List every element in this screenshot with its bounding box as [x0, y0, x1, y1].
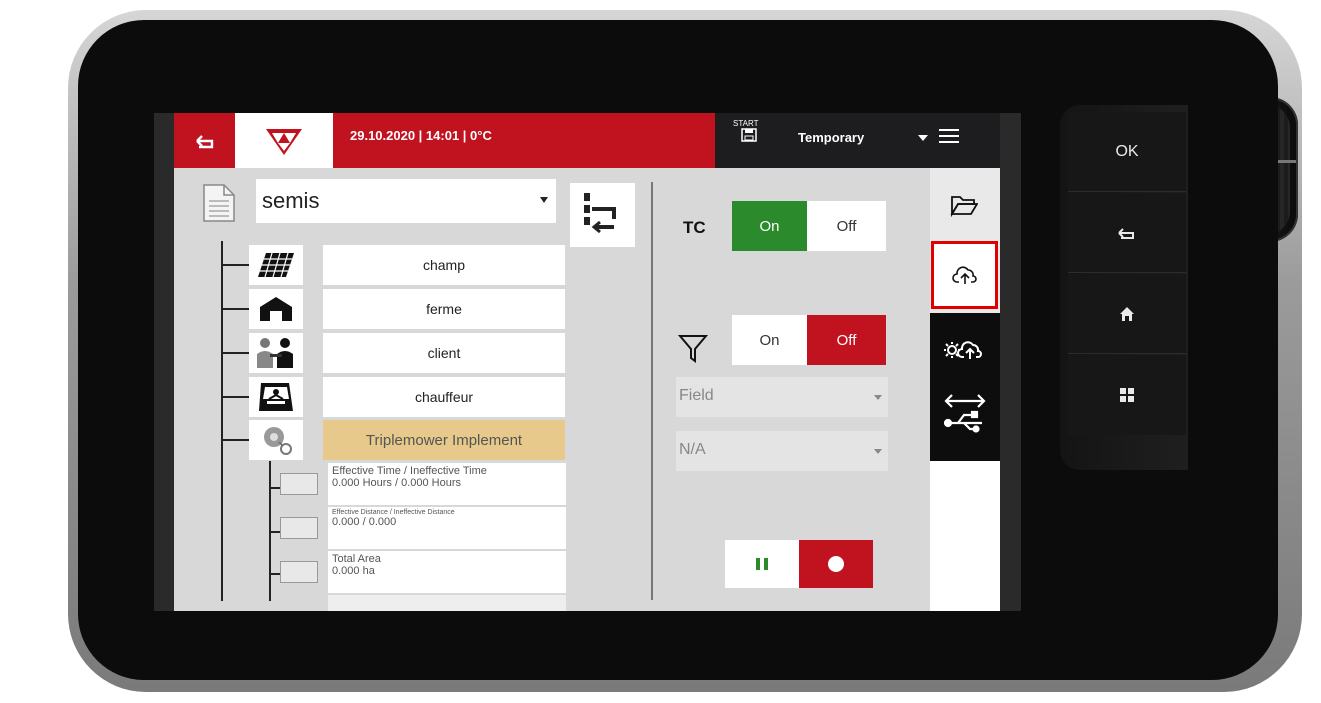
metric-effective-time: Effective Time / Ineffective Time 0.000 … [280, 463, 566, 505]
record-button[interactable] [799, 540, 873, 588]
header-bar: 29.10.2020 | 14:01 | 0°C START Temporary [174, 113, 1000, 168]
metric-title: Effective Time / Ineffective Time [332, 465, 487, 477]
tc-off-button[interactable]: Off [807, 201, 886, 251]
tree-toggle-button[interactable] [570, 183, 635, 247]
tree-branch-line [221, 439, 249, 441]
filter-on-button[interactable]: On [732, 315, 807, 365]
save-icon [741, 128, 757, 142]
ok-button[interactable]: OK [1068, 112, 1186, 192]
triple-triangle-logo-icon [266, 128, 302, 155]
tree-node-client[interactable]: client [323, 333, 565, 373]
counter-icon [280, 517, 318, 539]
metric-title: Total Area [332, 553, 381, 565]
tree-node-champ[interactable]: champ [323, 245, 565, 285]
na-dropdown[interactable]: N/A [676, 431, 888, 471]
metric-value: 0.000 ha [332, 565, 375, 577]
metric-effective-distance: Effective Distance / Ineffective Distanc… [280, 507, 566, 549]
hw-apps-button[interactable] [1068, 355, 1186, 435]
metric-title: Effective Distance / Ineffective Distanc… [332, 509, 455, 516]
grid-icon [1120, 388, 1134, 402]
implement-icon [249, 420, 303, 460]
task-select-value: semis [262, 188, 320, 213]
driver-icon [249, 377, 303, 417]
metric-value: 0.000 / 0.000 [332, 516, 397, 528]
ok-label: OK [1115, 142, 1139, 160]
tree-branch-line [221, 308, 249, 310]
hamburger-menu-icon[interactable] [939, 127, 963, 151]
start-button[interactable]: START [727, 119, 771, 163]
header-datetime-temp: 29.10.2020 | 14:01 | 0°C [333, 113, 715, 168]
stage: OK 29.10.2020 | 14:01 | 0°C START Tempor… [0, 0, 1321, 703]
tc-on-button[interactable]: On [732, 201, 807, 251]
task-select[interactable]: semis [256, 179, 556, 223]
tree-node-ferme[interactable]: ferme [323, 289, 565, 329]
home-icon [1120, 306, 1134, 321]
na-dropdown-value: N/A [679, 441, 706, 458]
document-icon [202, 183, 236, 223]
counter-icon [280, 473, 318, 495]
tree-branch-line [221, 352, 249, 354]
metric-partial-row [328, 595, 566, 611]
counter-icon [280, 561, 318, 583]
hw-back-button[interactable] [1068, 193, 1186, 273]
field-dropdown-value: Field [679, 387, 714, 404]
tc-label: TC [683, 218, 706, 237]
panel-divider [651, 182, 653, 600]
cloud-upload-button[interactable] [931, 241, 998, 309]
record-icon [828, 556, 844, 572]
field-icon [249, 245, 303, 285]
farm-icon [249, 289, 303, 329]
start-label: START [733, 119, 759, 128]
usb-transfer-icon[interactable] [942, 391, 988, 437]
brand-logo [235, 113, 333, 168]
folder-icon[interactable] [950, 193, 979, 218]
cloud-settings-icon[interactable] [942, 335, 988, 365]
tree-branch-line [221, 264, 249, 266]
tree-trunk-line [221, 241, 223, 601]
chevron-down-icon [874, 395, 882, 400]
hw-home-button[interactable] [1068, 274, 1186, 354]
tree-node-implement[interactable]: Triplemower Implement [323, 420, 565, 460]
tree-branch-line [221, 396, 249, 398]
tree-structure-icon [584, 193, 616, 234]
sidebar-blank-area [930, 461, 1000, 611]
filter-off-button[interactable]: Off [807, 315, 886, 365]
client-icon [249, 333, 303, 373]
chevron-down-icon[interactable] [918, 135, 928, 141]
filter-icon [677, 333, 709, 363]
metric-value: 0.000 Hours / 0.000 Hours [332, 477, 462, 489]
pause-icon [756, 558, 768, 570]
field-dropdown[interactable]: Field [676, 377, 888, 417]
header-back-button[interactable] [174, 113, 235, 168]
tree-node-chauffeur[interactable]: chauffeur [323, 377, 565, 417]
pause-button[interactable] [725, 540, 799, 588]
screen: 29.10.2020 | 14:01 | 0°C START Temporary… [154, 113, 1021, 611]
back-icon [1118, 227, 1134, 239]
back-icon [195, 134, 213, 148]
profile-selector[interactable]: Temporary [798, 130, 864, 145]
metric-total-area: Total Area 0.000 ha [280, 551, 566, 593]
chevron-down-icon [540, 197, 548, 203]
chevron-down-icon [874, 449, 882, 454]
display: 29.10.2020 | 14:01 | 0°C START Temporary… [174, 113, 1000, 611]
cloud-upload-icon [951, 266, 977, 284]
